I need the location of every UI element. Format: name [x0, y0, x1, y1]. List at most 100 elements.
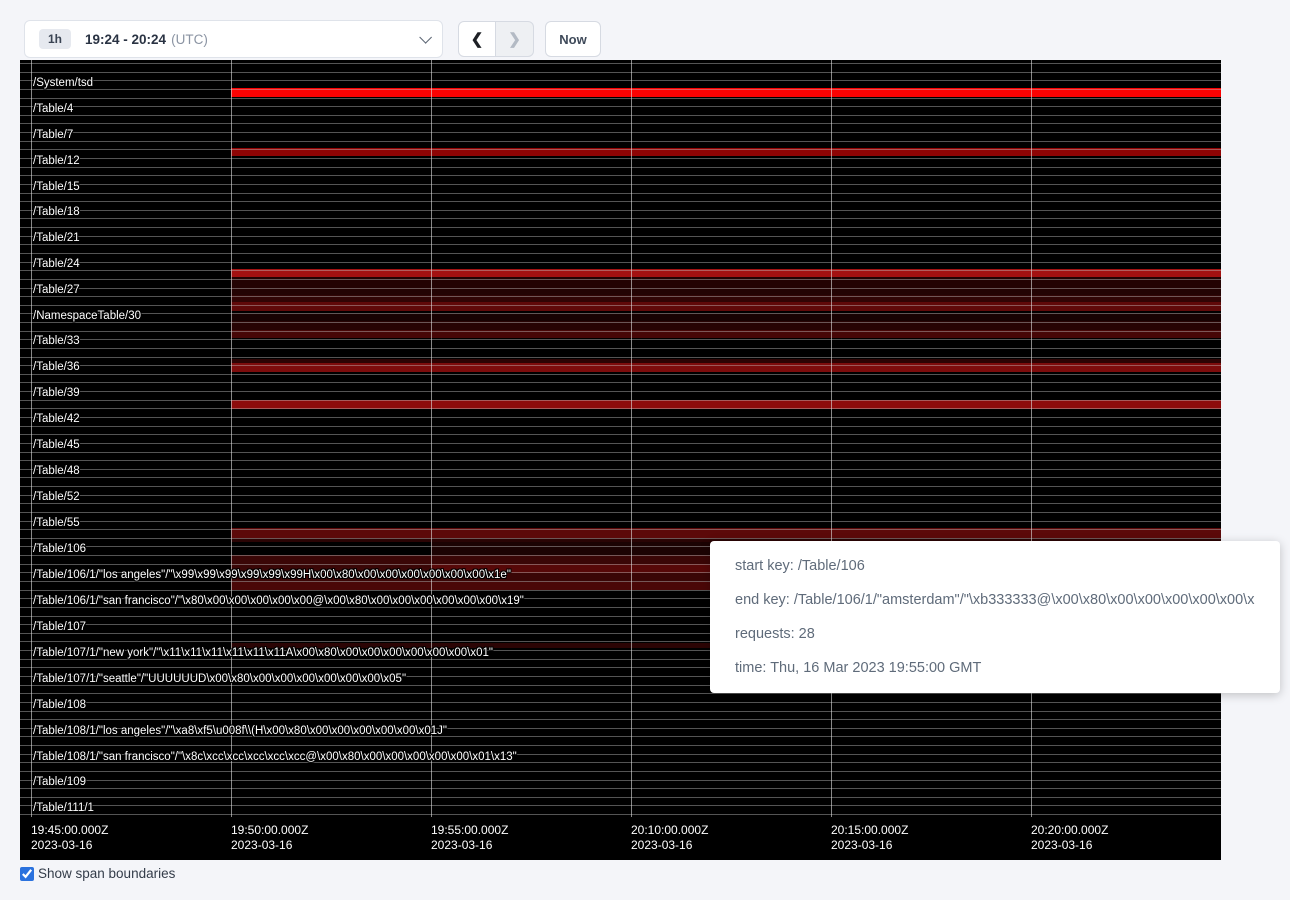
span-boundary-line	[20, 417, 1221, 418]
row-key-label: /Table/27	[33, 284, 80, 296]
span-boundary-line	[20, 132, 1221, 133]
span-boundary-line	[20, 357, 1221, 358]
row-key-label: /Table/33	[33, 335, 80, 347]
span-boundary-line	[20, 736, 1221, 737]
row-key-label: /Table/107/1/"seattle"/"UUUUUUD\x00\x80\…	[33, 673, 406, 685]
span-boundary-line	[20, 184, 1221, 185]
span-boundary-line	[20, 72, 1221, 73]
row-key-label: /Table/109	[33, 776, 86, 788]
row-key-label: /Table/106/1/"san francisco"/"\x80\x00\x…	[33, 595, 524, 607]
row-key-label: /Table/24	[33, 258, 80, 270]
key-visualizer-page: { "toolbar": { "duration_badge": "1h", "…	[0, 0, 1290, 900]
span-boundary-line	[20, 253, 1221, 254]
span-boundaries-control: Show span boundaries	[20, 866, 175, 881]
row-key-label: /Table/18	[33, 206, 80, 218]
row-key-label: /Table/4	[33, 103, 73, 115]
next-interval-button[interactable]: ❯	[496, 21, 534, 57]
row-key-label: /Table/111/1	[33, 802, 94, 814]
now-button-label: Now	[559, 32, 586, 47]
span-boundary-line	[20, 374, 1221, 375]
time-gridline	[1031, 60, 1032, 817]
span-boundary-line	[20, 227, 1221, 228]
row-key-label: /Table/52	[33, 491, 80, 503]
span-boundary-line	[20, 210, 1221, 211]
axis-tick-date: 2023-03-16	[31, 838, 92, 853]
span-boundary-line	[20, 805, 1221, 806]
heat-band[interactable]	[231, 302, 1221, 311]
span-boundary-line	[20, 141, 1221, 142]
show-span-boundaries-checkbox[interactable]	[20, 867, 34, 881]
span-boundary-line	[20, 331, 1221, 332]
time-range-selector[interactable]: 1h 19:24 - 20:24 (UTC)	[24, 20, 443, 58]
row-key-label: /Table/107/1/"new york"/"\x11\x11\x11\x1…	[33, 647, 493, 659]
span-boundary-line	[20, 771, 1221, 772]
axis-tick-date: 2023-03-16	[1031, 838, 1092, 853]
span-boundary-line	[20, 270, 1221, 271]
span-tooltip: start key: /Table/106 end key: /Table/10…	[710, 541, 1280, 693]
row-key-label: /Table/108/1/"san francisco"/"\x8c\xcc\x…	[33, 751, 517, 763]
span-boundary-line	[20, 80, 1221, 81]
span-boundary-line	[20, 279, 1221, 280]
span-boundary-line	[20, 391, 1221, 392]
span-boundary-line	[20, 158, 1221, 159]
axis-tick-date: 2023-03-16	[431, 838, 492, 853]
span-boundary-line	[20, 797, 1221, 798]
span-boundary-line	[20, 512, 1221, 513]
span-boundary-line	[20, 339, 1221, 340]
row-key-label: /Table/21	[33, 232, 80, 244]
time-gridline	[31, 60, 32, 817]
row-key-label: /Table/39	[33, 387, 80, 399]
row-key-label: /Table/108/1/"los angeles"/"\xa8\xf5\u00…	[33, 725, 447, 737]
span-boundary-line	[20, 89, 1221, 90]
row-key-label: /Table/107	[33, 621, 86, 633]
span-boundary-line	[20, 218, 1221, 219]
time-gridline	[231, 60, 232, 817]
span-boundary-line	[20, 288, 1221, 289]
tooltip-time: time: Thu, 16 Mar 2023 19:55:00 GMT	[735, 651, 1255, 685]
time-range-text: 19:24 - 20:24	[85, 32, 166, 47]
span-boundary-line	[20, 780, 1221, 781]
axis-tick-date: 2023-03-16	[231, 838, 292, 853]
axis-tick-time: 19:55:00.000Z	[431, 823, 508, 838]
span-boundary-line	[20, 452, 1221, 453]
span-boundary-line	[20, 262, 1221, 263]
span-boundary-line	[20, 149, 1221, 150]
key-visualizer-heatmap[interactable]: /System/tsd/Table/4/Table/7/Table/12/Tab…	[20, 60, 1221, 860]
tooltip-end-key: end key: /Table/106/1/"amsterdam"/"\xb33…	[735, 583, 1255, 617]
previous-interval-button[interactable]: ❮	[458, 21, 496, 57]
span-boundary-line	[20, 123, 1221, 124]
span-boundary-line	[20, 486, 1221, 487]
span-boundary-line	[20, 400, 1221, 401]
row-key-label: /Table/36	[33, 361, 80, 373]
span-boundary-line	[20, 538, 1221, 539]
span-boundary-line	[20, 529, 1221, 530]
row-key-label: /Table/108	[33, 699, 86, 711]
span-boundary-line	[20, 98, 1221, 99]
row-key-label: /Table/106	[33, 543, 86, 555]
span-boundary-line	[20, 63, 1221, 64]
now-button[interactable]: Now	[545, 21, 601, 57]
timezone-text: (UTC)	[171, 32, 208, 47]
span-boundary-line	[20, 495, 1221, 496]
duration-badge: 1h	[39, 29, 71, 49]
span-boundary-line	[20, 477, 1221, 478]
axis-tick-date: 2023-03-16	[831, 838, 892, 853]
row-key-label: /Table/7	[33, 129, 73, 141]
span-boundary-line	[20, 322, 1221, 323]
show-span-boundaries-label: Show span boundaries	[38, 866, 175, 881]
axis-tick-time: 19:45:00.000Z	[31, 823, 108, 838]
span-boundary-line	[20, 408, 1221, 409]
span-boundary-line	[20, 313, 1221, 314]
span-boundary-line	[20, 443, 1221, 444]
span-boundary-line	[20, 296, 1221, 297]
row-key-label: /System/tsd	[33, 77, 93, 89]
tooltip-requests: requests: 28	[735, 617, 1255, 651]
span-boundary-line	[20, 348, 1221, 349]
chevron-left-icon: ❮	[471, 30, 484, 48]
span-boundary-line	[20, 693, 1221, 694]
span-boundary-line	[20, 236, 1221, 237]
span-boundary-line	[20, 115, 1221, 116]
span-boundary-line	[20, 244, 1221, 245]
span-boundary-line	[20, 106, 1221, 107]
span-boundary-line	[20, 434, 1221, 435]
